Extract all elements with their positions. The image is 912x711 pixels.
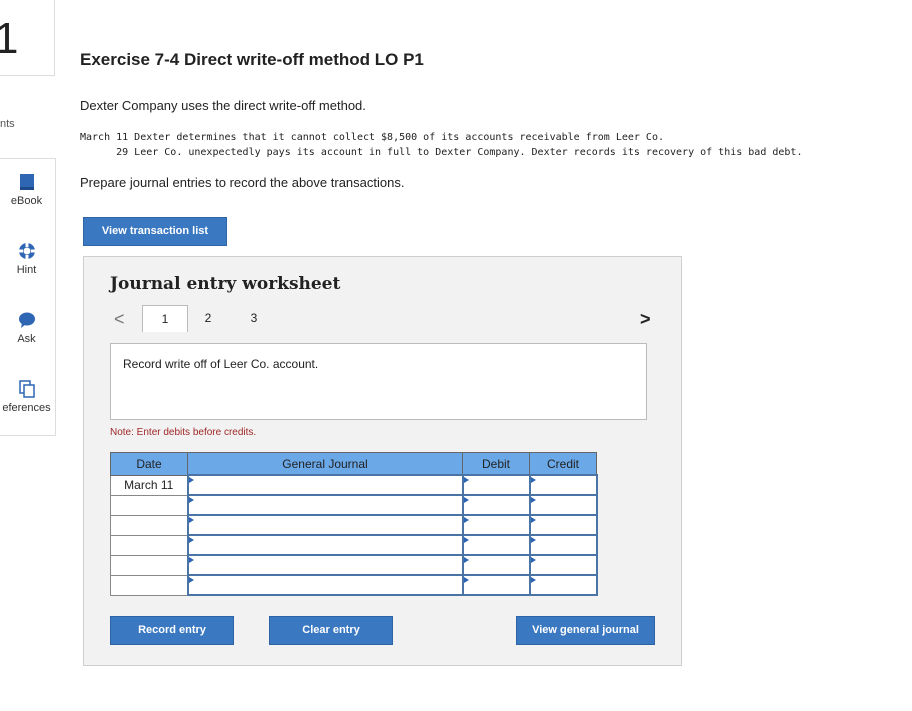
credit-input[interactable] [528,534,598,556]
debit-credit-note: Note: Enter debits before credits. [110,427,257,438]
instructions-text: Prepare journal entries to record the ab… [80,175,405,190]
transaction-line: March 11 Dexter determines that it canno… [80,132,664,143]
account-input[interactable] [186,474,464,496]
references-icon [18,380,35,398]
clear-entry-button[interactable]: Clear entry [269,616,393,645]
credit-input[interactable] [528,574,598,596]
credit-input[interactable] [528,474,598,496]
date-cell [110,574,188,596]
credit-column-header: Credit [529,452,597,476]
transaction-line: 29 Leer Co. unexpectedly pays its accoun… [80,147,803,158]
table-row: March 11 [110,474,598,496]
debit-input[interactable] [461,534,531,556]
tab-3[interactable]: 3 [232,305,276,331]
date-cell [110,494,188,516]
credit-input[interactable] [528,494,598,516]
sidebar-item-ebook[interactable]: eBook [0,173,55,228]
credit-input[interactable] [528,554,598,576]
account-input[interactable] [186,494,464,516]
credit-input[interactable] [528,514,598,536]
date-cell [110,534,188,556]
journal-table-header: Date General Journal Debit Credit [110,452,597,476]
sidebar-item-label: eferences [2,402,51,414]
question-number: 1 [0,4,18,74]
table-row [110,554,598,576]
date-cell: March 11 [110,474,188,496]
sidebar-item-label: Hint [16,264,37,276]
sidebar-item-hint[interactable]: Hint [0,242,55,297]
table-row [110,514,598,536]
account-input[interactable] [186,574,464,596]
sidebar-item-references[interactable]: eferences [0,380,55,435]
entry-description-box: Record write off of Leer Co. account. [110,343,647,420]
worksheet-title: Journal entry worksheet [110,274,341,294]
account-input[interactable] [186,554,464,576]
ebook-icon [19,174,34,190]
table-row [110,494,598,516]
tab-2[interactable]: 2 [186,305,230,331]
next-arrow-icon[interactable]: > [640,309,651,329]
view-general-journal-button[interactable]: View general journal [516,616,655,645]
sidebar-item-label: Ask [17,333,36,345]
view-transaction-list-button[interactable]: View transaction list [83,217,227,246]
hint-icon [18,243,35,259]
general-journal-column-header: General Journal [187,452,463,476]
points-label: nts [0,118,15,130]
debit-column-header: Debit [462,452,530,476]
debit-input[interactable] [461,514,531,536]
debit-input[interactable] [461,474,531,496]
account-input[interactable] [186,514,464,536]
account-input[interactable] [186,534,464,556]
journal-entry-worksheet: Journal entry worksheet < 1 2 3 > Record… [83,256,682,666]
date-column-header: Date [110,452,188,476]
table-row [110,534,598,556]
debit-input[interactable] [461,554,531,576]
entry-description: Record write off of Leer Co. account. [123,357,319,371]
prev-arrow-icon[interactable]: < [114,309,125,329]
sidebar-item-label: eBook [10,195,43,207]
table-row [110,574,598,596]
sidebar-item-ask[interactable]: Ask [0,311,55,366]
ask-icon [18,312,35,328]
question-number-box: 1 [0,0,55,76]
debit-input[interactable] [461,494,531,516]
record-entry-button[interactable]: Record entry [110,616,234,645]
intro-text: Dexter Company uses the direct write-off… [80,98,366,113]
transaction-details: March 11 Dexter determines that it canno… [80,130,802,160]
sidebar: eBook Hint Ask eferences [0,158,56,436]
tab-1[interactable]: 1 [142,305,188,332]
date-cell [110,554,188,576]
journal-table: Date General Journal Debit Credit March … [110,452,598,596]
exercise-title: Exercise 7-4 Direct write-off method LO … [80,50,424,69]
debit-input[interactable] [461,574,531,596]
date-cell [110,514,188,536]
